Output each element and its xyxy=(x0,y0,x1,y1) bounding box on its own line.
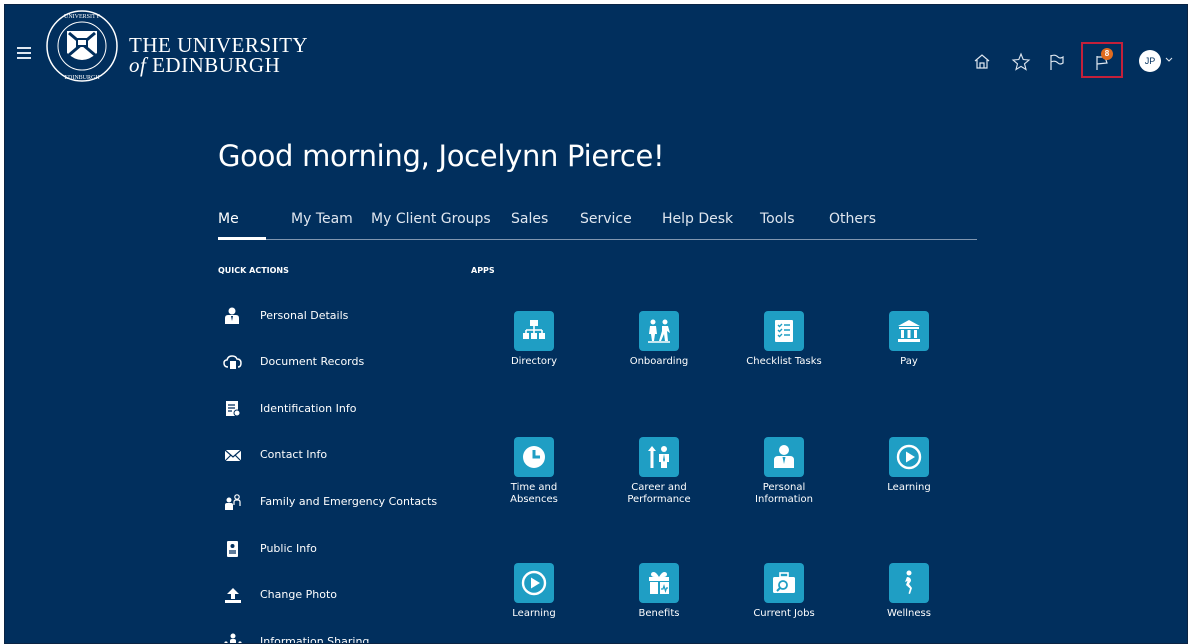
family-icon xyxy=(225,494,241,510)
app-current-jobs[interactable]: Current Jobs xyxy=(739,563,829,620)
person-icon xyxy=(774,445,794,468)
app-career-and-performance[interactable]: Career and Performance xyxy=(614,437,704,506)
org-chart-icon xyxy=(523,320,545,339)
gift-icon xyxy=(649,572,669,594)
app-label: Wellness xyxy=(887,608,931,619)
app-benefits[interactable]: Benefits xyxy=(614,563,704,620)
app-tile xyxy=(889,563,929,603)
tab-sales[interactable]: Sales xyxy=(511,211,548,227)
app-pay[interactable]: Pay xyxy=(864,311,954,368)
quick-action-label: Public Info xyxy=(260,542,317,555)
quick-action-label: Information Sharing xyxy=(260,635,370,644)
quick-action-identification-info[interactable]: Identification Info xyxy=(223,400,473,420)
app-tile xyxy=(889,437,929,477)
person-icon xyxy=(225,307,239,324)
app-label: Checklist Tasks xyxy=(746,356,822,367)
play-circle-icon xyxy=(521,570,547,596)
app-label: Personal Information xyxy=(755,482,813,505)
app-tile xyxy=(764,311,804,351)
home-icon[interactable] xyxy=(971,51,993,73)
quick-action-contact-info[interactable]: Contact Info xyxy=(223,446,473,466)
tab-others[interactable]: Others xyxy=(829,211,876,227)
career-icon xyxy=(648,446,669,468)
id-card-icon xyxy=(226,401,241,417)
tab-divider xyxy=(218,239,977,240)
quick-action-family-emergency-contacts[interactable]: Family and Emergency Contacts xyxy=(223,493,473,513)
app-label: Pay xyxy=(900,356,918,367)
apps-heading: APPS xyxy=(471,266,495,275)
app-learning[interactable]: Learning xyxy=(864,437,954,494)
envelope-icon xyxy=(224,449,242,462)
university-wordmark[interactable]: THE UNIVERSITY of EDINBURGH xyxy=(129,33,309,77)
svg-text:UNIVERSITY: UNIVERSITY xyxy=(64,14,101,20)
active-tab-indicator xyxy=(218,237,266,240)
wellness-icon xyxy=(905,570,912,594)
quick-action-label: Document Records xyxy=(260,355,365,368)
app-label: Current Jobs xyxy=(753,608,815,619)
tab-my-team[interactable]: My Team xyxy=(291,211,353,227)
app-tile xyxy=(889,311,929,351)
app-label: Learning xyxy=(512,608,556,619)
bank-icon xyxy=(898,320,920,342)
cloud-document-icon xyxy=(223,355,242,369)
page-greeting: Good morning, Jocelynn Pierce! xyxy=(218,139,665,173)
notification-count-badge[interactable]: 8 xyxy=(1101,48,1113,60)
svg-text:EDINBURGH: EDINBURGH xyxy=(64,75,100,81)
quick-action-label: Personal Details xyxy=(260,309,349,322)
quick-action-information-sharing[interactable]: Information Sharing xyxy=(223,633,473,644)
app-label: Onboarding xyxy=(629,356,689,367)
badge-icon xyxy=(227,541,238,557)
university-crest-logo: UNIVERSITY EDINBURGH xyxy=(46,10,118,82)
app-label: Benefits xyxy=(638,608,680,619)
upload-icon xyxy=(225,588,241,603)
quick-action-label: Identification Info xyxy=(260,402,357,415)
chevron-down-icon[interactable] xyxy=(1165,57,1173,63)
favorites-star-icon[interactable] xyxy=(1010,51,1032,73)
app-label: Learning xyxy=(887,482,931,493)
app-label: Directory xyxy=(510,356,558,367)
menu-icon[interactable] xyxy=(17,47,31,59)
app-tile xyxy=(639,311,679,351)
quick-action-change-photo[interactable]: Change Photo xyxy=(223,586,473,606)
app-wellness[interactable]: Wellness xyxy=(864,563,954,620)
app-onboarding[interactable]: Onboarding xyxy=(614,311,704,368)
onboarding-icon xyxy=(648,319,670,343)
checklist-icon xyxy=(775,320,793,342)
app-tile xyxy=(639,437,679,477)
clock-icon xyxy=(523,446,545,468)
app-frame: UNIVERSITY EDINBURGH THE UNIVERSITY of E… xyxy=(4,4,1188,644)
quick-actions-heading: QUICK ACTIONS xyxy=(218,266,289,275)
app-checklist-tasks[interactable]: Checklist Tasks xyxy=(739,311,829,368)
tab-help-desk[interactable]: Help Desk xyxy=(662,211,733,227)
user-avatar[interactable]: JP xyxy=(1139,50,1161,72)
tab-service[interactable]: Service xyxy=(580,211,632,227)
app-tile xyxy=(514,437,554,477)
tab-my-client-groups[interactable]: My Client Groups xyxy=(371,211,491,227)
play-circle-icon xyxy=(896,444,922,470)
brand-line-1: THE UNIVERSITY xyxy=(129,33,309,57)
quick-action-public-info[interactable]: Public Info xyxy=(223,540,473,560)
app-directory[interactable]: Directory xyxy=(489,311,579,368)
quick-action-document-records[interactable]: Document Records xyxy=(223,353,473,373)
tab-me[interactable]: Me xyxy=(218,211,239,227)
app-time-and-absences[interactable]: Time and Absences xyxy=(489,437,579,506)
app-label: Career and Performance xyxy=(627,482,691,505)
app-personal-information[interactable]: Personal Information xyxy=(739,437,829,506)
flag-icon[interactable] xyxy=(1045,51,1067,73)
quick-action-label: Family and Emergency Contacts xyxy=(260,495,438,508)
app-label: Time and Absences xyxy=(510,482,558,505)
quick-action-label: Contact Info xyxy=(260,448,328,461)
sharing-icon xyxy=(224,633,242,643)
quick-action-label: Change Photo xyxy=(260,588,337,601)
job-search-icon xyxy=(773,572,795,593)
app-tile xyxy=(764,437,804,477)
quick-action-personal-details[interactable]: Personal Details xyxy=(223,307,473,327)
app-tile xyxy=(514,563,554,603)
app-tile xyxy=(514,311,554,351)
app-learning-2[interactable]: Learning xyxy=(489,563,579,620)
tab-tools[interactable]: Tools xyxy=(760,211,795,227)
app-tile xyxy=(764,563,804,603)
app-tile xyxy=(639,563,679,603)
brand-line-2: of EDINBURGH xyxy=(129,53,281,77)
